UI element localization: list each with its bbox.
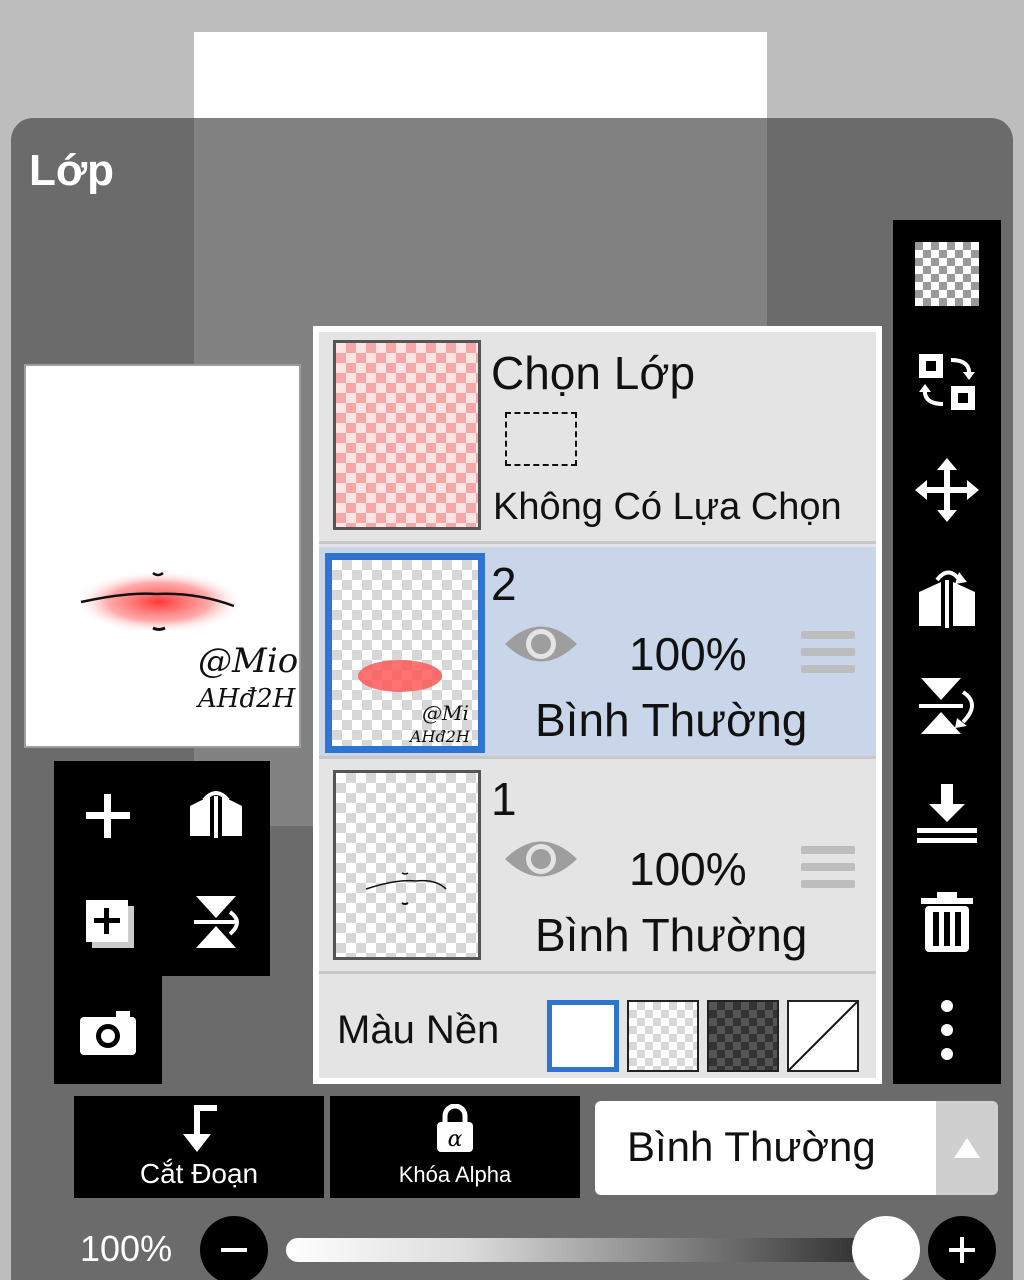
layer-opacity: 100% xyxy=(629,628,747,680)
transparency-icon xyxy=(915,242,979,306)
eye-icon xyxy=(505,626,577,662)
delete-layer-button[interactable] xyxy=(909,884,985,960)
right-toolbar xyxy=(893,220,1001,1084)
layer-blend-mode: Bình Thường xyxy=(535,694,808,746)
panel-title: Lớp xyxy=(29,146,115,195)
signature-text: @Mio AHđ2H xyxy=(198,641,299,714)
visibility-toggle[interactable] xyxy=(503,834,579,888)
clipping-button[interactable]: Cắt Đoạn xyxy=(74,1096,324,1198)
add-layer-icon xyxy=(86,794,130,838)
move-layer-button[interactable] xyxy=(909,452,985,528)
bg-none-swatch[interactable] xyxy=(787,1000,859,1072)
canvas-area xyxy=(194,32,767,118)
layer-thumbnail xyxy=(333,770,481,960)
trash-icon xyxy=(921,892,973,952)
flip-vertical-icon xyxy=(919,678,974,734)
bg-white-swatch[interactable] xyxy=(547,1000,619,1072)
opacity-slider[interactable] xyxy=(286,1238,886,1262)
alpha-lock-button[interactable]: α Khóa Alpha xyxy=(330,1096,580,1198)
layer-2-drawing: @Mi AHđ2H xyxy=(358,660,471,746)
bg-dark-checker-swatch[interactable] xyxy=(707,1000,779,1072)
flip-horizontal-button[interactable] xyxy=(909,560,985,636)
blend-mode-select[interactable]: Bình Thường xyxy=(595,1101,998,1195)
duplicate-layer-button[interactable] xyxy=(68,882,148,962)
flip-vertical-button[interactable] xyxy=(909,668,985,744)
blend-mode-value: Bình Thường xyxy=(627,1123,876,1170)
svg-text:α: α xyxy=(448,1127,463,1152)
opacity-value: 100% xyxy=(80,1228,173,1269)
chevron-up-icon xyxy=(954,1138,980,1158)
swap-layer-button[interactable] xyxy=(909,344,985,420)
transparency-button[interactable] xyxy=(909,236,985,312)
alpha-lock-label: Khóa Alpha xyxy=(398,1162,512,1187)
no-background-icon xyxy=(788,1001,858,1071)
drag-handle[interactable] xyxy=(801,631,855,675)
flip-layer-vertical-button[interactable] xyxy=(176,882,256,962)
merge-down-button[interactable] xyxy=(909,776,985,852)
minus-icon xyxy=(221,1248,247,1252)
flip-vertical-icon xyxy=(194,896,239,948)
clipping-label: Cắt Đoạn xyxy=(139,1158,259,1189)
background-label: Màu Nền xyxy=(337,1008,500,1052)
background-color-row: Màu Nền xyxy=(319,980,876,1078)
flip-horizontal-icon xyxy=(190,791,242,838)
more-options-button[interactable] xyxy=(909,992,985,1068)
add-layer-button[interactable] xyxy=(68,776,148,856)
selection-title: Chọn Lớp xyxy=(491,347,696,399)
visibility-toggle[interactable] xyxy=(503,619,579,673)
eye-icon xyxy=(505,841,577,877)
camera-icon xyxy=(80,1011,136,1055)
flip-horizontal-icon xyxy=(919,570,975,628)
opacity-decrease-button[interactable] xyxy=(200,1216,268,1280)
layer-name: 1 xyxy=(491,773,517,825)
more-icon xyxy=(941,1000,953,1060)
svg-text:@Mi: @Mi xyxy=(422,701,469,725)
selection-thumbnail xyxy=(333,340,481,530)
selection-marquee-icon xyxy=(505,412,577,466)
camera-button[interactable] xyxy=(68,992,148,1072)
selection-layer-row[interactable]: Chọn Lớp Không Có Lựa Chọn xyxy=(319,332,876,544)
layer-name: 2 xyxy=(491,558,517,610)
add-copy-layer-icon xyxy=(86,900,134,948)
svg-text:AHđ2H: AHđ2H xyxy=(408,727,471,746)
opacity-slider-handle[interactable] xyxy=(852,1216,920,1280)
layer-opacity: 100% xyxy=(629,843,747,895)
drag-handle[interactable] xyxy=(801,846,855,890)
layer-row-2[interactable]: @Mi AHđ2H 2 100% Bình Thường xyxy=(319,547,876,759)
layer-list: Chọn Lớp Không Có Lựa Chọn @Mi AHđ2H 2 1… xyxy=(313,326,882,1084)
layer-1-drawing xyxy=(365,872,447,905)
opacity-increase-button[interactable] xyxy=(928,1216,996,1280)
merge-down-icon xyxy=(917,784,977,843)
selection-status: Không Có Lựa Chọn xyxy=(493,486,842,528)
move-icon xyxy=(915,458,979,522)
clip-arrow-icon xyxy=(183,1105,217,1152)
layer-thumbnail: @Mi AHđ2H xyxy=(325,553,485,753)
bg-transparent-swatch[interactable] xyxy=(627,1000,699,1072)
canvas-preview[interactable]: @Mio AHđ2H xyxy=(24,364,301,748)
layer-blend-mode: Bình Thường xyxy=(535,909,808,961)
plus-icon xyxy=(949,1237,975,1263)
blend-mode-dropdown-arrow[interactable] xyxy=(936,1101,998,1195)
flip-layer-horizontal-button[interactable] xyxy=(176,776,256,856)
layer-row-1[interactable]: 1 100% Bình Thường xyxy=(319,762,876,974)
swap-icon xyxy=(919,354,975,410)
alpha-lock-icon: α xyxy=(437,1104,473,1152)
